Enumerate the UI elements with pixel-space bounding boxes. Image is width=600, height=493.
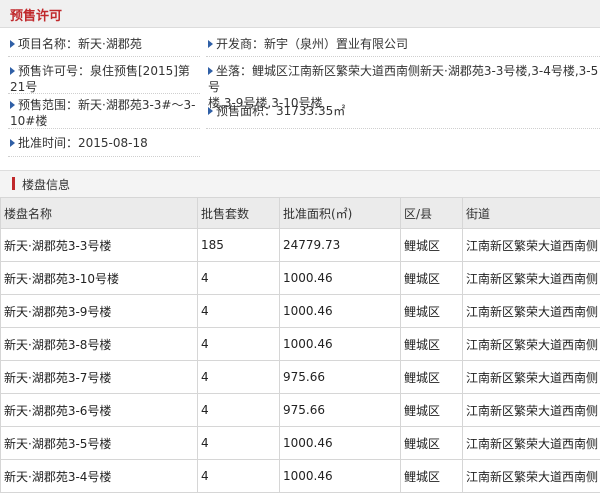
divider	[8, 156, 200, 157]
cell-district: 鲤城区	[401, 427, 463, 460]
presale-area-text: 预售面积：31733.35㎡	[216, 104, 345, 118]
arrow-bullet-icon	[10, 67, 15, 75]
cell-district: 鲤城区	[401, 295, 463, 328]
arrow-bullet-icon	[10, 101, 15, 109]
cell-building-name: 新天·湖郡苑3-7号楼	[1, 361, 198, 394]
table-row: 新天·湖郡苑3-4号楼 4 1000.46 鲤城区 江南新区繁荣大道西南侧	[1, 460, 600, 493]
cell-units: 4	[198, 427, 280, 460]
cell-district: 鲤城区	[401, 262, 463, 295]
presale-area: 预售面积：31733.35㎡	[208, 103, 345, 119]
col-header-district: 区/县	[401, 198, 463, 229]
table-row: 新天·湖郡苑3-9号楼 4 1000.46 鲤城区 江南新区繁荣大道西南侧	[1, 295, 600, 328]
arrow-bullet-icon	[208, 67, 213, 75]
cell-area: 975.66	[280, 394, 401, 427]
table-row: 新天·湖郡苑3-5号楼 4 1000.46 鲤城区 江南新区繁荣大道西南侧	[1, 427, 600, 460]
section-title: 楼盘信息	[22, 176, 70, 193]
cell-area: 1000.46	[280, 328, 401, 361]
divider	[8, 128, 200, 129]
cell-units: 4	[198, 262, 280, 295]
cell-building-name: 新天·湖郡苑3-4号楼	[1, 460, 198, 493]
project-name-text: 项目名称：新天·湖郡苑	[18, 37, 142, 51]
cell-building-name: 新天·湖郡苑3-9号楼	[1, 295, 198, 328]
cell-street: 江南新区繁荣大道西南侧	[463, 394, 600, 427]
cell-units: 4	[198, 394, 280, 427]
cell-units: 4	[198, 460, 280, 493]
building-table: 楼盘名称 批售套数 批准面积(㎡) 区/县 街道 新天·湖郡苑3-3号楼 185…	[0, 197, 600, 493]
cell-street: 江南新区繁荣大道西南侧	[463, 295, 600, 328]
table-header-row: 楼盘名称 批售套数 批准面积(㎡) 区/县 街道	[1, 198, 600, 229]
cell-district: 鲤城区	[401, 460, 463, 493]
cell-district: 鲤城区	[401, 328, 463, 361]
arrow-bullet-icon	[208, 40, 213, 48]
permit-number: 预售许可号：泉住预售[2015]第 21号	[10, 63, 190, 95]
developer-text: 开发商：新宇（泉州）置业有限公司	[216, 37, 408, 51]
presale-scope-line2: 10#楼	[10, 114, 47, 128]
col-header-street: 街道	[463, 198, 600, 229]
table-row: 新天·湖郡苑3-3号楼 185 24779.73 鲤城区 江南新区繁荣大道西南侧	[1, 229, 600, 262]
cell-building-name: 新天·湖郡苑3-8号楼	[1, 328, 198, 361]
cell-area: 975.66	[280, 361, 401, 394]
divider	[8, 56, 200, 57]
location-line1: 坐落：鲤城区江南新区繁荣大道西南侧新天·湖郡苑3-3号楼,3-4号楼,3-5号	[208, 64, 598, 94]
cell-building-name: 新天·湖郡苑3-6号楼	[1, 394, 198, 427]
cell-district: 鲤城区	[401, 229, 463, 262]
cell-street: 江南新区繁荣大道西南侧	[463, 229, 600, 262]
cell-street: 江南新区繁荣大道西南侧	[463, 427, 600, 460]
presale-scope: 预售范围：新天·湖郡苑3-3#～3- 10#楼	[10, 97, 195, 129]
cell-district: 鲤城区	[401, 394, 463, 427]
cell-units: 4	[198, 295, 280, 328]
cell-building-name: 新天·湖郡苑3-10号楼	[1, 262, 198, 295]
page-title: 预售许可	[10, 5, 62, 24]
section-header: 楼盘信息	[0, 170, 600, 198]
col-header-building-name: 楼盘名称	[1, 198, 198, 229]
cell-street: 江南新区繁荣大道西南侧	[463, 460, 600, 493]
table-row: 新天·湖郡苑3-6号楼 4 975.66 鲤城区 江南新区繁荣大道西南侧	[1, 394, 600, 427]
cell-street: 江南新区繁荣大道西南侧	[463, 328, 600, 361]
col-header-units: 批售套数	[198, 198, 280, 229]
table-row: 新天·湖郡苑3-7号楼 4 975.66 鲤城区 江南新区繁荣大道西南侧	[1, 361, 600, 394]
table-row: 新天·湖郡苑3-10号楼 4 1000.46 鲤城区 江南新区繁荣大道西南侧	[1, 262, 600, 295]
cell-area: 1000.46	[280, 460, 401, 493]
cell-units: 4	[198, 361, 280, 394]
divider	[206, 56, 600, 57]
cell-district: 鲤城区	[401, 361, 463, 394]
cell-building-name: 新天·湖郡苑3-3号楼	[1, 229, 198, 262]
cell-units: 4	[198, 328, 280, 361]
permit-number-line1: 预售许可号：泉住预售[2015]第	[18, 64, 190, 78]
divider	[206, 128, 600, 129]
presale-scope-line1: 预售范围：新天·湖郡苑3-3#～3-	[18, 98, 195, 112]
cell-area: 1000.46	[280, 427, 401, 460]
cell-building-name: 新天·湖郡苑3-5号楼	[1, 427, 198, 460]
divider	[8, 93, 200, 94]
cell-units: 185	[198, 229, 280, 262]
arrow-bullet-icon	[208, 107, 213, 115]
project-name: 项目名称：新天·湖郡苑	[10, 36, 142, 52]
cell-street: 江南新区繁荣大道西南侧	[463, 262, 600, 295]
title-bar: 预售许可	[0, 0, 600, 28]
cell-area: 24779.73	[280, 229, 401, 262]
col-header-area: 批准面积(㎡)	[280, 198, 401, 229]
approval-date: 批准时间：2015-08-18	[10, 135, 148, 151]
permit-number-line2: 21号	[10, 80, 37, 94]
cell-street: 江南新区繁荣大道西南侧	[463, 361, 600, 394]
arrow-bullet-icon	[10, 139, 15, 147]
cell-area: 1000.46	[280, 262, 401, 295]
red-bar-icon	[12, 177, 15, 190]
cell-area: 1000.46	[280, 295, 401, 328]
approval-date-text: 批准时间：2015-08-18	[18, 136, 148, 150]
arrow-bullet-icon	[10, 40, 15, 48]
table-row: 新天·湖郡苑3-8号楼 4 1000.46 鲤城区 江南新区繁荣大道西南侧	[1, 328, 600, 361]
developer: 开发商：新宇（泉州）置业有限公司	[208, 36, 408, 52]
